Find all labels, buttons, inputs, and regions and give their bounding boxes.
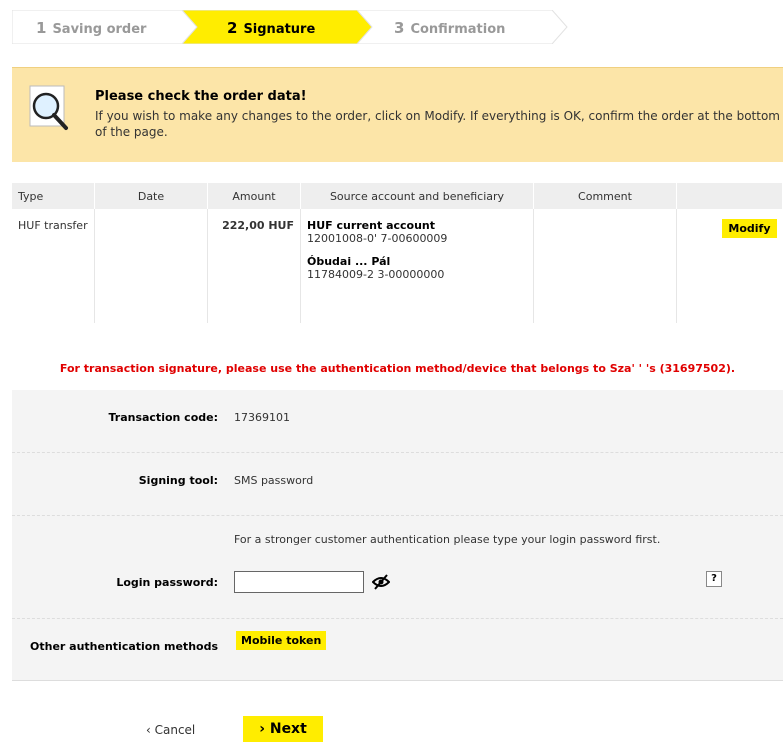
other-methods-label: Other authentication methods	[30, 640, 218, 653]
magnifier-icon	[29, 85, 68, 130]
cancel-link[interactable]: ‹ Cancel	[146, 723, 195, 737]
row-type: HUF transfer	[12, 209, 95, 323]
signing-tool-row: Signing tool: SMS password	[12, 452, 783, 516]
row-date	[94, 209, 208, 323]
order-table: Type Date Amount Source account and bene…	[12, 183, 783, 323]
transaction-code-row: Transaction code: 17369101	[12, 390, 783, 453]
login-password-label: Login password:	[116, 576, 218, 589]
progress-steps: 1 Saving order 2 Signature 3 Confirmation	[12, 10, 572, 44]
col-source: Source account and beneficiary	[300, 183, 534, 209]
row-comment	[533, 209, 677, 323]
row-actions: Modify	[677, 209, 783, 323]
step-signature: 2 Signature	[227, 19, 316, 37]
col-actions	[676, 183, 783, 209]
signature-warning: For transaction signature, please use th…	[59, 362, 736, 375]
banner-title: Please check the order data!	[95, 89, 307, 104]
signing-tool-value: SMS password	[234, 474, 314, 487]
login-password-row: For a stronger customer authentication p…	[12, 515, 783, 619]
next-button[interactable]: › Next	[243, 716, 323, 742]
row-accounts: HUF current account 12001008-0' 7-006000…	[300, 209, 534, 323]
help-button[interactable]: ?	[706, 571, 722, 587]
other-methods-row: Other authentication methods	[12, 618, 783, 681]
table-row: HUF transfer 222,00 HUF HUF current acco…	[12, 209, 783, 323]
row-amount: 222,00 HUF	[207, 209, 301, 323]
col-comment: Comment	[533, 183, 677, 209]
transaction-code-value: 17369101	[234, 411, 290, 424]
password-hint: For a stronger customer authentication p…	[234, 533, 661, 546]
col-amount: Amount	[207, 183, 301, 209]
signing-form: Transaction code: 17369101 Signing tool:…	[12, 390, 783, 681]
modify-button[interactable]: Modify	[722, 219, 777, 238]
step-confirmation: 3 Confirmation	[394, 19, 506, 37]
mobile-token-button[interactable]: Mobile token	[236, 631, 327, 650]
info-banner: Please check the order data! If you wish…	[12, 67, 783, 162]
eye-slash-icon[interactable]	[372, 574, 390, 590]
transaction-code-label: Transaction code:	[108, 411, 218, 424]
source-account-name: HUF current account	[307, 219, 436, 232]
beneficiary-name: Óbudai ... Pál	[307, 255, 391, 268]
beneficiary-account-number: 11784009-2 3-00000000	[307, 268, 445, 281]
col-date: Date	[94, 183, 208, 209]
signing-tool-label: Signing tool:	[138, 474, 218, 487]
source-account-number: 12001008-0' 7-00600009	[307, 232, 448, 245]
login-password-input[interactable]	[234, 571, 364, 593]
step-saving-order: 1 Saving order	[36, 19, 147, 37]
banner-text: If you wish to make any changes to the o…	[95, 109, 780, 139]
col-type: Type	[12, 183, 95, 209]
